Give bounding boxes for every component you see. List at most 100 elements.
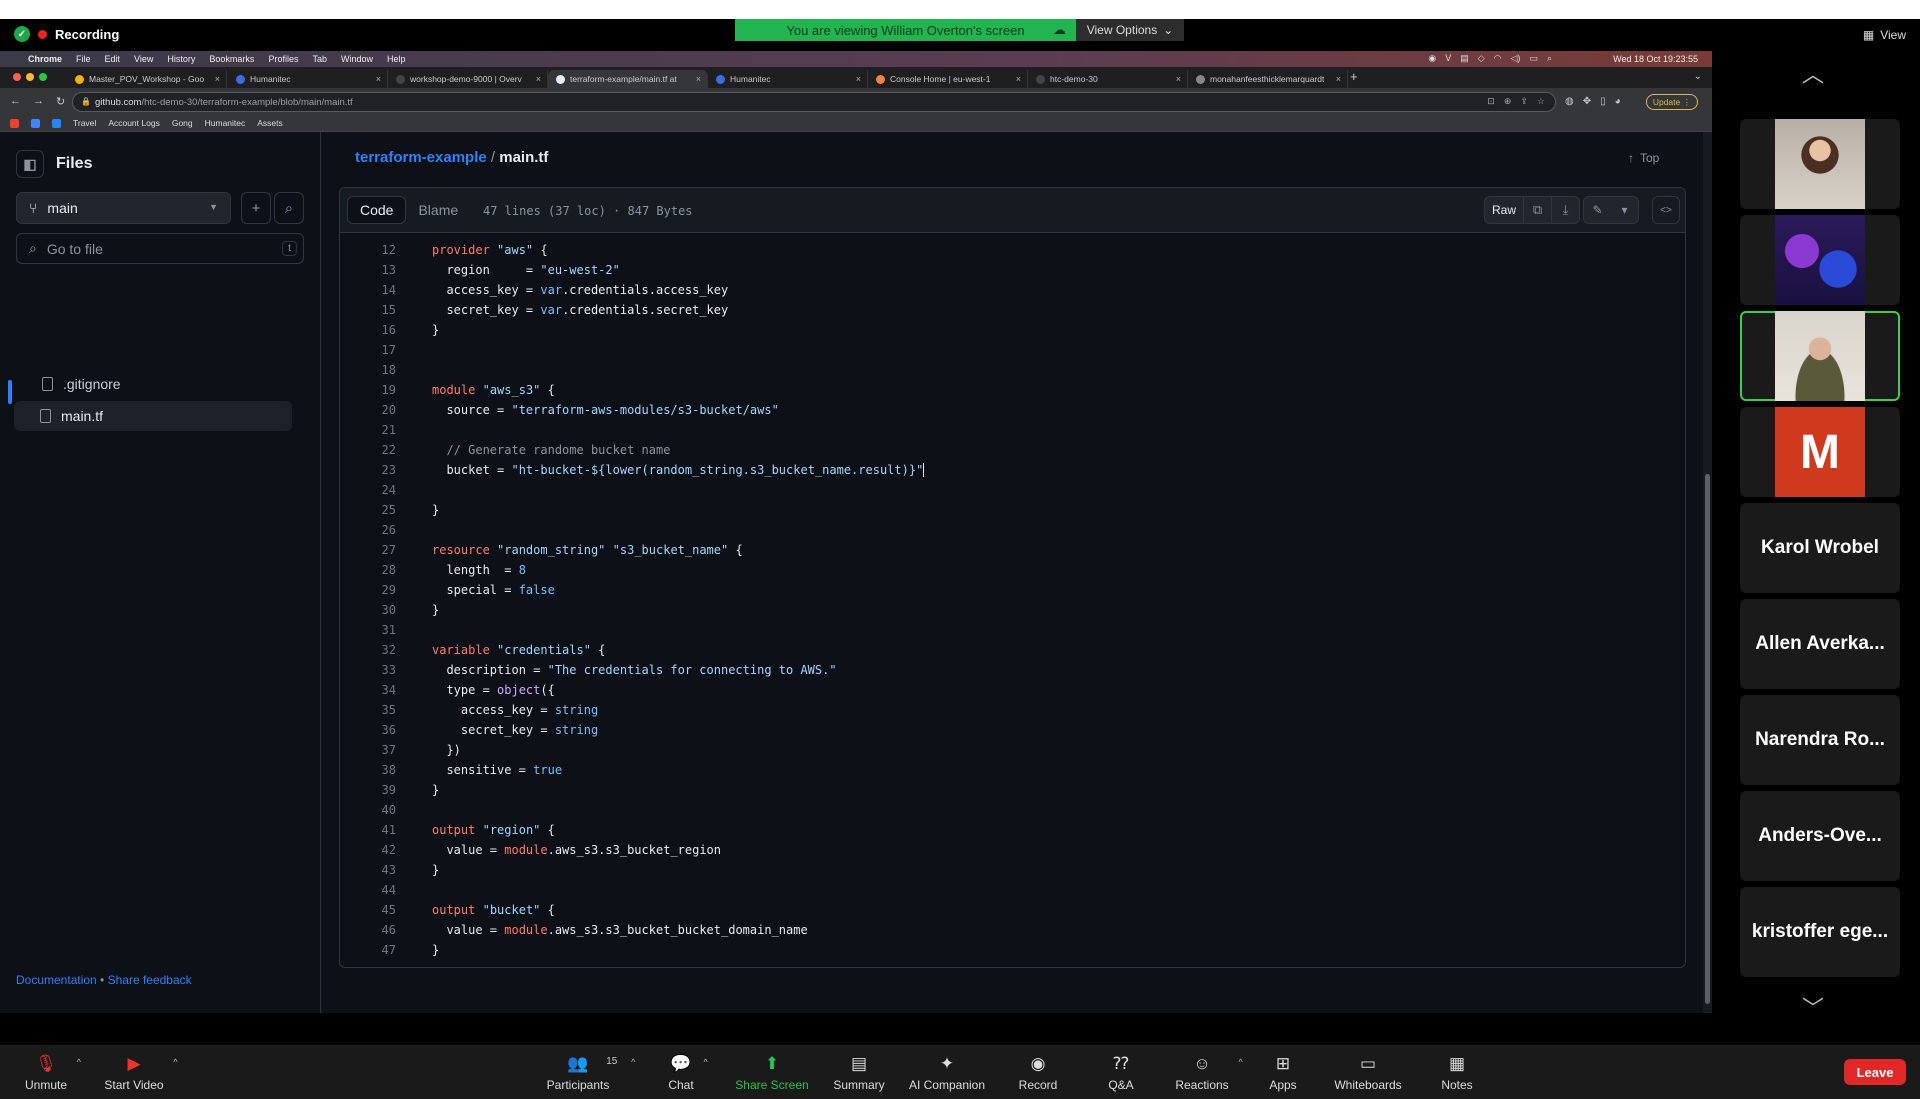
chevron-up-icon[interactable]: ^ bbox=[703, 1057, 707, 1067]
line-number[interactable]: 37 bbox=[340, 743, 396, 757]
line-number[interactable]: 40 bbox=[340, 803, 396, 817]
code-text[interactable]: description = "The credentials for conne… bbox=[396, 663, 836, 677]
collapse-sidebar-icon[interactable]: ◧ bbox=[16, 150, 44, 178]
code-text[interactable]: value = module.aws_s3.s3_bucket_region bbox=[396, 843, 721, 857]
line-number[interactable]: 31 bbox=[340, 623, 396, 637]
forward-icon[interactable]: → bbox=[33, 95, 44, 108]
line-number[interactable]: 15 bbox=[340, 303, 396, 317]
line-number[interactable]: 30 bbox=[340, 603, 396, 617]
share-feedback-link[interactable]: Share feedback bbox=[108, 973, 192, 987]
bookmark-star-icon[interactable]: ☆ bbox=[1537, 96, 1545, 107]
leave-button[interactable]: Leave bbox=[1844, 1059, 1906, 1085]
code-text[interactable]: value = module.aws_s3.s3_bucket_bucket_d… bbox=[396, 923, 807, 937]
close-tab-icon[interactable]: × bbox=[376, 74, 381, 84]
symbols-panel-icon[interactable]: <> bbox=[1652, 196, 1680, 224]
share-icon[interactable]: ⇪ bbox=[1520, 96, 1528, 107]
line-number[interactable]: 20 bbox=[340, 403, 396, 417]
notes-button[interactable]: ▦ Notes bbox=[1441, 1054, 1472, 1092]
extension-icon[interactable]: ◍ bbox=[1565, 96, 1574, 107]
scrollbar-thumb[interactable] bbox=[1705, 474, 1710, 1004]
line-number[interactable]: 42 bbox=[340, 843, 396, 857]
participant-tile[interactable]: kristoffer ege... bbox=[1740, 887, 1900, 977]
mac-menu-item[interactable]: Edit bbox=[105, 54, 121, 64]
line-number[interactable]: 18 bbox=[340, 363, 396, 377]
chevron-up-icon[interactable]: ^ bbox=[77, 1057, 81, 1067]
file-tree-item[interactable]: .gitignore bbox=[16, 369, 294, 399]
line-number[interactable]: 16 bbox=[340, 323, 396, 337]
mac-menu-item[interactable]: File bbox=[76, 54, 91, 64]
close-tab-icon[interactable]: × bbox=[1336, 74, 1341, 84]
tab-code[interactable]: Code bbox=[347, 196, 407, 224]
line-number[interactable]: 33 bbox=[340, 663, 396, 677]
line-number[interactable]: 17 bbox=[340, 343, 396, 357]
ai-companion-button[interactable]: ✦ AI Companion bbox=[909, 1054, 985, 1092]
breadcrumb-repo-link[interactable]: terraform-example bbox=[355, 149, 487, 166]
line-number[interactable]: 35 bbox=[340, 703, 396, 717]
browser-tab[interactable]: Console Home | eu-west-1 × bbox=[868, 70, 1028, 88]
mac-menu-item[interactable]: History bbox=[167, 54, 195, 64]
bookmark-item[interactable]: Account Logs bbox=[108, 118, 160, 128]
code-text[interactable]: output "region" { bbox=[396, 823, 555, 837]
qa-button[interactable]: ⁇ Q&A bbox=[1108, 1054, 1133, 1092]
reactions-button[interactable]: ☺ Reactions ^ bbox=[1175, 1054, 1242, 1092]
close-tab-icon[interactable]: × bbox=[696, 74, 701, 84]
share-screen-button[interactable]: ⬆ Share Screen bbox=[735, 1054, 808, 1092]
jira-icon[interactable] bbox=[52, 118, 61, 128]
mac-menu-item[interactable]: View bbox=[134, 54, 153, 64]
code-text[interactable]: output "bucket" { bbox=[396, 903, 555, 917]
profile-icon[interactable]: ◕ bbox=[1615, 96, 1621, 107]
code-text[interactable]: length = 8 bbox=[396, 563, 526, 577]
line-number[interactable]: 19 bbox=[340, 383, 396, 397]
address-bar[interactable]: 🔒 github.com/htc-demo-30/terraform-examp… bbox=[72, 92, 1556, 112]
line-number[interactable]: 24 bbox=[340, 483, 396, 497]
code-text[interactable]: access_key = var.credentials.access_key bbox=[396, 283, 728, 297]
participant-tile[interactable] bbox=[1740, 311, 1900, 401]
puzzle-icon[interactable]: ✥ bbox=[1583, 96, 1591, 107]
line-number[interactable]: 39 bbox=[340, 783, 396, 797]
documentation-link[interactable]: Documentation bbox=[16, 973, 97, 987]
code-text[interactable]: resource "random_string" "s3_bucket_name… bbox=[396, 543, 743, 557]
bookmark-item[interactable]: Travel bbox=[73, 118, 96, 128]
line-number[interactable]: 36 bbox=[340, 723, 396, 737]
add-file-button[interactable]: + bbox=[241, 192, 271, 224]
maximize-window-icon[interactable] bbox=[39, 73, 47, 81]
chevron-up-icon[interactable]: ^ bbox=[631, 1057, 635, 1067]
participant-tile[interactable]: Anders-Ove... bbox=[1740, 791, 1900, 881]
browser-tab[interactable]: Humanitec × bbox=[228, 70, 388, 88]
participant-tile[interactable]: Narendra Ro... bbox=[1740, 695, 1900, 785]
chevron-down-icon[interactable]: ▾ bbox=[1611, 197, 1638, 223]
code-text[interactable]: }) bbox=[396, 743, 460, 757]
line-number[interactable]: 23 bbox=[340, 463, 396, 477]
go-to-file-input[interactable]: ⌕ Go to file t bbox=[16, 233, 304, 264]
browser-tab[interactable]: monahanfeesthicklemarquardt × bbox=[1188, 70, 1348, 88]
browser-tab[interactable]: Master_POV_Workshop - Goo × bbox=[67, 70, 227, 88]
chat-button[interactable]: 💬 Chat ^ bbox=[668, 1054, 707, 1092]
line-number[interactable]: 27 bbox=[340, 543, 396, 557]
line-number[interactable]: 29 bbox=[340, 583, 396, 597]
code-text[interactable]: variable "credentials" { bbox=[396, 643, 605, 657]
code-text[interactable]: module "aws_s3" { bbox=[396, 383, 555, 397]
line-number[interactable]: 41 bbox=[340, 823, 396, 837]
line-number[interactable]: 21 bbox=[340, 423, 396, 437]
record-button[interactable]: ◉ Record bbox=[1019, 1054, 1058, 1092]
new-tab-button[interactable]: + bbox=[1350, 69, 1358, 84]
line-number[interactable]: 12 bbox=[340, 243, 396, 257]
code-text[interactable]: sensitive = true bbox=[396, 763, 562, 777]
install-icon[interactable]: ⊡ bbox=[1487, 96, 1495, 107]
browser-tab[interactable]: Humanitec × bbox=[708, 70, 868, 88]
back-icon[interactable]: ← bbox=[10, 95, 21, 108]
search-files-button[interactable]: ⌕ bbox=[274, 192, 304, 224]
code-text[interactable]: region = "eu-west-2" bbox=[396, 263, 619, 277]
participant-tile[interactable]: M bbox=[1740, 407, 1900, 497]
summary-button[interactable]: ▤ Summary bbox=[833, 1054, 884, 1092]
participants-button[interactable]: 👥 Participants 15 ^ bbox=[547, 1054, 636, 1092]
calendar-icon[interactable] bbox=[31, 118, 40, 128]
recording-indicator[interactable]: ✓ Recording bbox=[14, 26, 119, 42]
line-number[interactable]: 25 bbox=[340, 503, 396, 517]
close-tab-icon[interactable]: × bbox=[536, 74, 541, 84]
code-text[interactable]: access_key = string bbox=[396, 703, 598, 717]
code-text[interactable]: } bbox=[396, 783, 439, 797]
participant-tile[interactable]: Karol Wrobel bbox=[1740, 503, 1900, 593]
close-tab-icon[interactable]: × bbox=[1176, 74, 1181, 84]
battery-icon[interactable]: ▭ bbox=[1529, 53, 1538, 64]
